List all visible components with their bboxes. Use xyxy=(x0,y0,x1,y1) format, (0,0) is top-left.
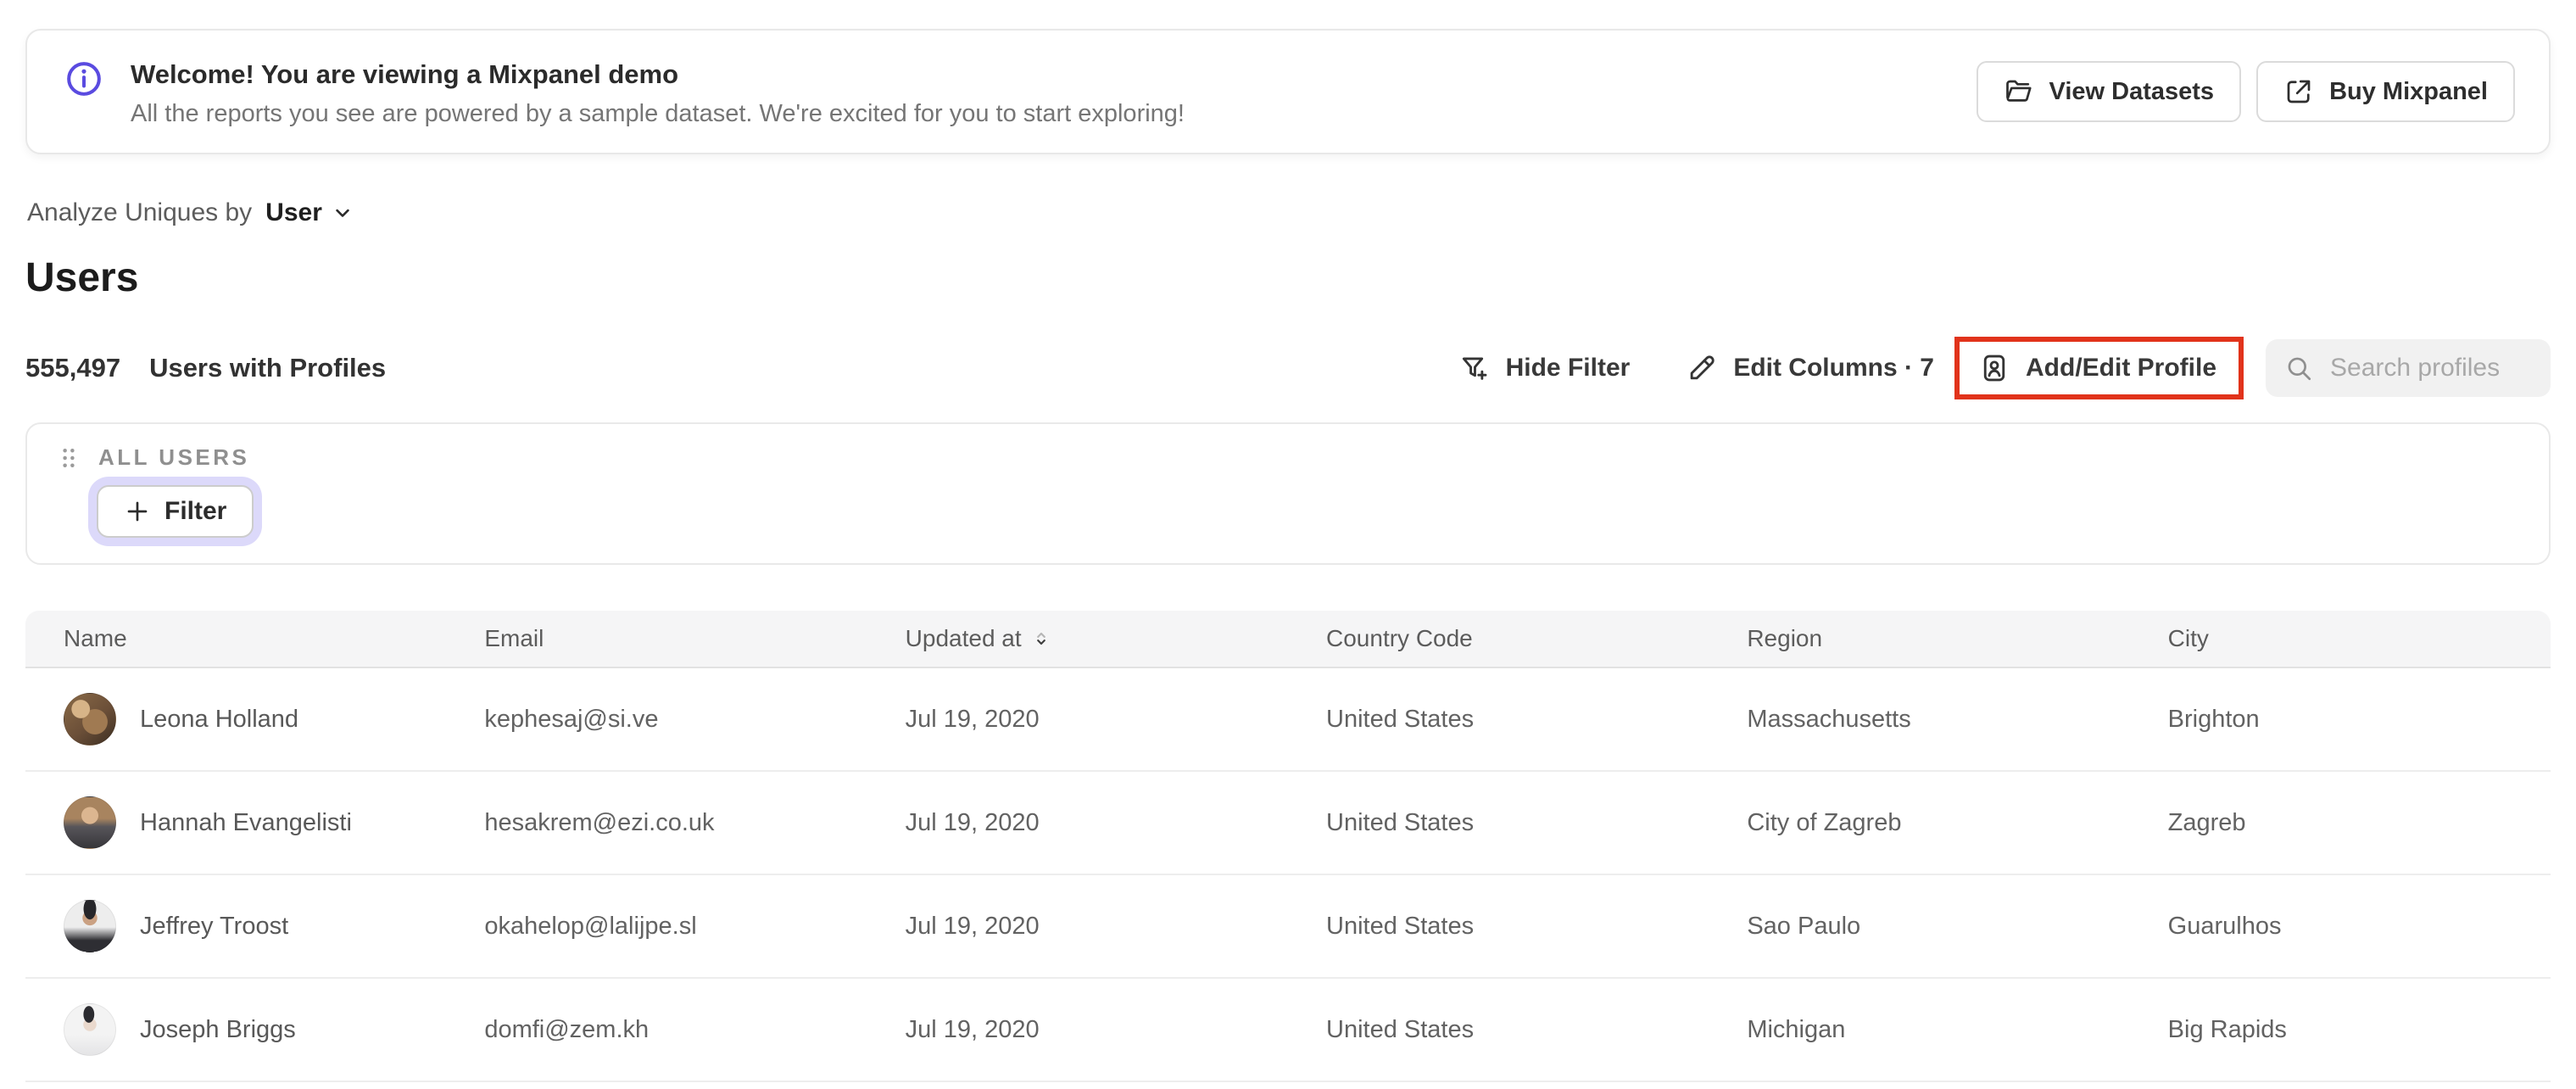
filter-group-label: ALL USERS xyxy=(98,444,250,470)
chevron-down-icon xyxy=(331,201,354,225)
info-icon xyxy=(64,59,103,98)
user-region: Sao Paulo xyxy=(1747,912,1861,940)
avatar xyxy=(64,796,116,849)
user-region: Michigan xyxy=(1747,1015,1846,1043)
analyze-by-value: User xyxy=(265,198,322,226)
user-updated-at: Jul 19, 2020 xyxy=(905,705,1040,733)
column-header-city[interactable]: City xyxy=(2130,625,2551,652)
profile-badge-icon xyxy=(1978,352,2010,384)
add-filter-label: Filter xyxy=(164,497,227,525)
column-header-name[interactable]: Name xyxy=(25,625,446,652)
hide-filter-button[interactable]: Hide Filter xyxy=(1458,352,1631,384)
user-name: Hannah Evangelisti xyxy=(140,808,352,836)
add-edit-profile-button[interactable]: Add/Edit Profile xyxy=(1978,352,2216,384)
folder-icon xyxy=(2004,76,2034,107)
profiles-count: 555,497 xyxy=(25,353,121,383)
profiles-count-label: Users with Profiles xyxy=(149,353,387,383)
user-country: United States xyxy=(1326,808,1475,836)
user-country: United States xyxy=(1326,705,1475,733)
column-header-region[interactable]: Region xyxy=(1709,625,2129,652)
user-email: okahelop@lalijpe.sl xyxy=(484,912,697,940)
analyze-uniques-label: Analyze Uniques by xyxy=(27,198,253,226)
column-header-email[interactable]: Email xyxy=(446,625,867,652)
table-row[interactable]: Joseph Briggs domfi@zem.kh Jul 19, 2020 … xyxy=(25,979,2551,1082)
user-name: Leona Holland xyxy=(140,705,299,733)
welcome-banner: Welcome! You are viewing a Mixpanel demo… xyxy=(25,29,2551,154)
user-name: Joseph Briggs xyxy=(140,1015,296,1043)
table-row[interactable]: Hannah Evangelisti hesakrem@ezi.co.uk Ju… xyxy=(25,772,2551,875)
user-city: Big Rapids xyxy=(2167,1015,2287,1043)
banner-title: Welcome! You are viewing a Mixpanel demo xyxy=(131,59,679,89)
table-row[interactable]: Leona Holland kephesaj@si.ve Jul 19, 202… xyxy=(25,668,2551,772)
view-datasets-label: View Datasets xyxy=(2049,77,2215,105)
profiles-table: Name Email Updated at Country Code Regio… xyxy=(25,611,2551,1082)
table-toolbar: Hide Filter Edit Columns · 7 Add/Edit Pr… xyxy=(1458,337,2551,399)
pencil-icon xyxy=(1686,352,1718,384)
add-edit-profile-label: Add/Edit Profile xyxy=(2026,354,2216,382)
edit-columns-label: Edit Columns · 7 xyxy=(1733,354,1934,382)
user-city: Guarulhos xyxy=(2167,912,2282,940)
search-profiles-input[interactable] xyxy=(2328,353,2532,383)
user-email: domfi@zem.kh xyxy=(484,1015,650,1043)
user-updated-at: Jul 19, 2020 xyxy=(905,808,1040,836)
table-header-row: Name Email Updated at Country Code Regio… xyxy=(25,611,2551,668)
drag-handle-icon[interactable] xyxy=(56,445,81,471)
avatar xyxy=(64,900,116,952)
user-email: hesakrem@ezi.co.uk xyxy=(484,808,715,836)
add-filter-button[interactable]: Filter xyxy=(97,485,254,538)
view-datasets-button[interactable]: View Datasets xyxy=(1976,61,2242,122)
user-country: United States xyxy=(1326,1015,1475,1043)
external-link-icon xyxy=(2283,76,2314,107)
user-name: Jeffrey Troost xyxy=(140,912,289,940)
analyze-row: Analyze Uniques by User xyxy=(27,198,354,227)
sort-icon xyxy=(1030,628,1052,650)
summary-toolbar-row: 555,497 Users with Profiles Hide Filter … xyxy=(25,334,2551,402)
search-icon xyxy=(2284,354,2313,383)
user-country: United States xyxy=(1326,912,1475,940)
annotation-highlight-box: Add/Edit Profile xyxy=(1954,337,2244,399)
column-header-country-code[interactable]: Country Code xyxy=(1288,625,1709,652)
user-city: Zagreb xyxy=(2167,808,2246,836)
filter-funnel-icon xyxy=(1458,352,1491,384)
search-profiles-box xyxy=(2266,339,2551,397)
analyze-by-dropdown[interactable]: User xyxy=(265,198,354,227)
user-email: kephesaj@si.ve xyxy=(484,705,659,733)
avatar xyxy=(64,1003,116,1056)
buy-mixpanel-label: Buy Mixpanel xyxy=(2329,77,2488,105)
buy-mixpanel-button[interactable]: Buy Mixpanel xyxy=(2256,61,2515,122)
edit-columns-button[interactable]: Edit Columns · 7 xyxy=(1686,352,1934,384)
user-region: Massachusetts xyxy=(1747,705,1911,733)
user-updated-at: Jul 19, 2020 xyxy=(905,912,1040,940)
user-city: Brighton xyxy=(2167,705,2260,733)
table-row[interactable]: Jeffrey Troost okahelop@lalijpe.sl Jul 1… xyxy=(25,875,2551,979)
plus-icon xyxy=(124,498,151,525)
hide-filter-label: Hide Filter xyxy=(1505,354,1631,382)
user-updated-at: Jul 19, 2020 xyxy=(905,1015,1040,1043)
user-region: City of Zagreb xyxy=(1747,808,1902,836)
filter-panel: ALL USERS Filter xyxy=(25,422,2551,565)
page-title: Users xyxy=(25,255,139,300)
avatar xyxy=(64,693,116,746)
column-header-updated-at[interactable]: Updated at xyxy=(867,625,1288,652)
banner-subtitle: All the reports you see are powered by a… xyxy=(131,99,1185,127)
